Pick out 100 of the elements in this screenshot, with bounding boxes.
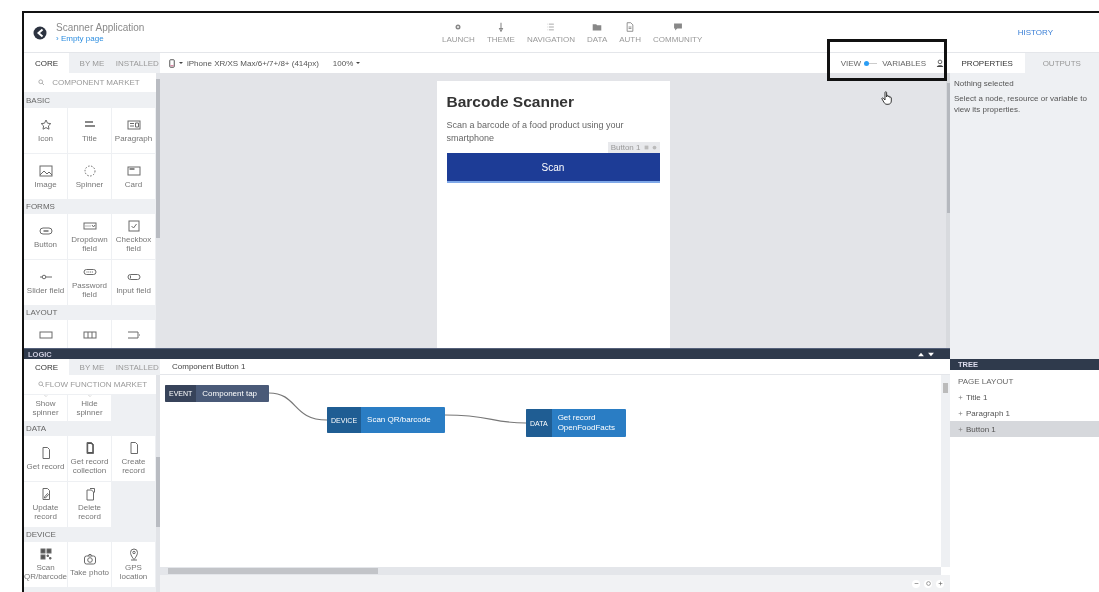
node-label: Get record OpenFoodFacts <box>556 412 616 434</box>
zoom-dropdown[interactable]: 100% <box>332 58 361 68</box>
component-tile[interactable]: Slider field <box>24 260 67 305</box>
gear-icon <box>651 145 657 151</box>
component-tile[interactable]: Title <box>68 108 111 153</box>
search-icon <box>38 381 45 388</box>
minus-icon <box>913 581 919 586</box>
component-tile[interactable] <box>24 320 67 348</box>
function-tile[interactable]: Delete record <box>68 482 111 527</box>
history-link[interactable]: HISTORY <box>1017 28 1053 37</box>
screen-title: Barcode Scanner <box>446 93 575 111</box>
component-tile[interactable]: Image <box>24 154 67 199</box>
scrollbar-thumb[interactable] <box>943 383 948 393</box>
scrollbar-thumb[interactable] <box>156 78 160 238</box>
function-tile[interactable]: Update record <box>24 482 67 527</box>
scrollbar-thumb[interactable] <box>156 457 160 527</box>
tab[interactable]: BY ME <box>69 359 115 375</box>
component-tile[interactable]: Card <box>112 154 155 199</box>
document-icon <box>625 21 636 32</box>
tab[interactable]: BY ME <box>69 53 115 73</box>
tab[interactable]: OUTPUTS <box>1024 53 1099 73</box>
screen-paragraph: Scan a barcode of a food product using your smartphone <box>446 119 625 145</box>
view-label: VIEW <box>840 58 862 68</box>
paragraph-icon <box>126 117 141 132</box>
section-heading: FORMS <box>25 201 56 213</box>
section-heading: DEVICE <box>25 529 57 541</box>
copy-icon <box>643 145 649 151</box>
function-tile[interactable]: Scan QR/barcode <box>24 542 67 587</box>
plus-icon <box>937 581 943 586</box>
phone-icon <box>169 58 175 68</box>
tree-item[interactable]: Button 1 <box>950 421 1099 437</box>
caret-up-icon <box>918 351 924 357</box>
person-icon <box>936 58 944 68</box>
mode-switch[interactable] <box>864 60 880 66</box>
breadcrumb-link[interactable]: › Empty page <box>56 34 104 43</box>
search-field[interactable]: COMPONENT MARKET <box>24 73 156 92</box>
function-tile[interactable]: Show spinner <box>24 395 67 421</box>
node-label: Scan QR/barcode <box>366 414 432 427</box>
tree-item[interactable]: Title 1 <box>950 389 1099 405</box>
nav-item[interactable]: LAUNCH <box>442 21 475 44</box>
zoom-in-button[interactable] <box>936 579 944 588</box>
tab[interactable]: CORE <box>24 53 70 73</box>
section-heading: BASIC <box>25 95 51 107</box>
component-tile[interactable] <box>68 320 111 348</box>
zoom-reset-button[interactable] <box>924 579 932 588</box>
camera-icon <box>82 551 97 566</box>
nav-item[interactable]: DATA <box>587 21 608 44</box>
tab[interactable]: CORE <box>24 359 70 375</box>
checkbox-icon <box>126 219 141 234</box>
nav-item[interactable]: AUTH <box>619 21 641 44</box>
nav-item[interactable]: NAVIGATION <box>526 21 576 44</box>
component-tile[interactable]: Input field <box>112 260 155 305</box>
function-tile[interactable]: Get record collection <box>68 436 111 481</box>
hand-cursor-icon <box>881 91 893 105</box>
section-heading: PAGE LAYOUT <box>957 376 1015 388</box>
function-tile[interactable]: GPS location <box>112 542 155 587</box>
section-heading: DATA <box>25 423 48 435</box>
empty-state-hint: Select a node, resource or variable to view its properties. <box>954 94 1088 116</box>
tab[interactable]: PROPERTIES <box>950 53 1025 73</box>
variables-label: VARIABLES <box>882 58 926 68</box>
tree-item[interactable]: Paragraph 1 <box>950 405 1099 421</box>
list-icon <box>546 21 556 32</box>
card-icon <box>126 163 141 178</box>
component-tile[interactable]: Button <box>24 214 67 259</box>
component-tile[interactable]: Paragraph <box>112 108 155 153</box>
element-tag: Button 1 <box>607 142 660 154</box>
qr-code-icon <box>38 547 53 562</box>
node-label: Component tap <box>201 387 259 400</box>
function-tile[interactable]: Get record <box>24 436 67 481</box>
component-tile[interactable]: Spinner <box>68 154 111 199</box>
scrollbar-thumb[interactable] <box>168 568 378 574</box>
chat-bubble-icon <box>672 21 683 32</box>
nav-item[interactable]: THEME <box>486 21 515 44</box>
component-tile[interactable] <box>112 320 155 348</box>
columns-icon <box>82 328 97 342</box>
logo-icon <box>33 25 47 40</box>
component-tile[interactable]: Password field <box>68 260 111 305</box>
connector-line <box>268 392 328 421</box>
nav-item[interactable]: COMMUNITY <box>653 21 703 44</box>
section-heading: LAYOUT <box>25 307 59 319</box>
plus-icon <box>958 426 963 432</box>
function-tile[interactable]: Take photo <box>68 542 111 587</box>
image-icon <box>38 163 53 178</box>
plus-icon <box>958 394 963 400</box>
caret-down-icon <box>928 351 934 357</box>
folder-icon <box>592 21 603 32</box>
flow-title: Component Button 1 <box>172 362 246 371</box>
function-tile[interactable]: Hide spinner <box>68 395 111 421</box>
component-tile[interactable]: Dropdown field <box>68 214 111 259</box>
search-field[interactable]: FLOW FUNCTION MARKET <box>24 375 156 394</box>
component-tile[interactable]: Checkbox field <box>112 214 155 259</box>
function-tile[interactable]: Create record <box>112 436 155 481</box>
component-tile[interactable]: Icon <box>24 108 67 153</box>
tab[interactable]: INSTALLED <box>114 359 160 375</box>
rectangle-icon <box>38 328 53 342</box>
scrollbar-thumb[interactable] <box>947 83 950 213</box>
device-dropdown[interactable]: iPhone XR/XS Max/6+/7+/8+ (414px) <box>169 58 319 68</box>
scan-button[interactable]: Scan <box>446 153 660 184</box>
zoom-out-button[interactable] <box>912 579 920 588</box>
tab[interactable]: INSTALLED <box>114 53 160 73</box>
